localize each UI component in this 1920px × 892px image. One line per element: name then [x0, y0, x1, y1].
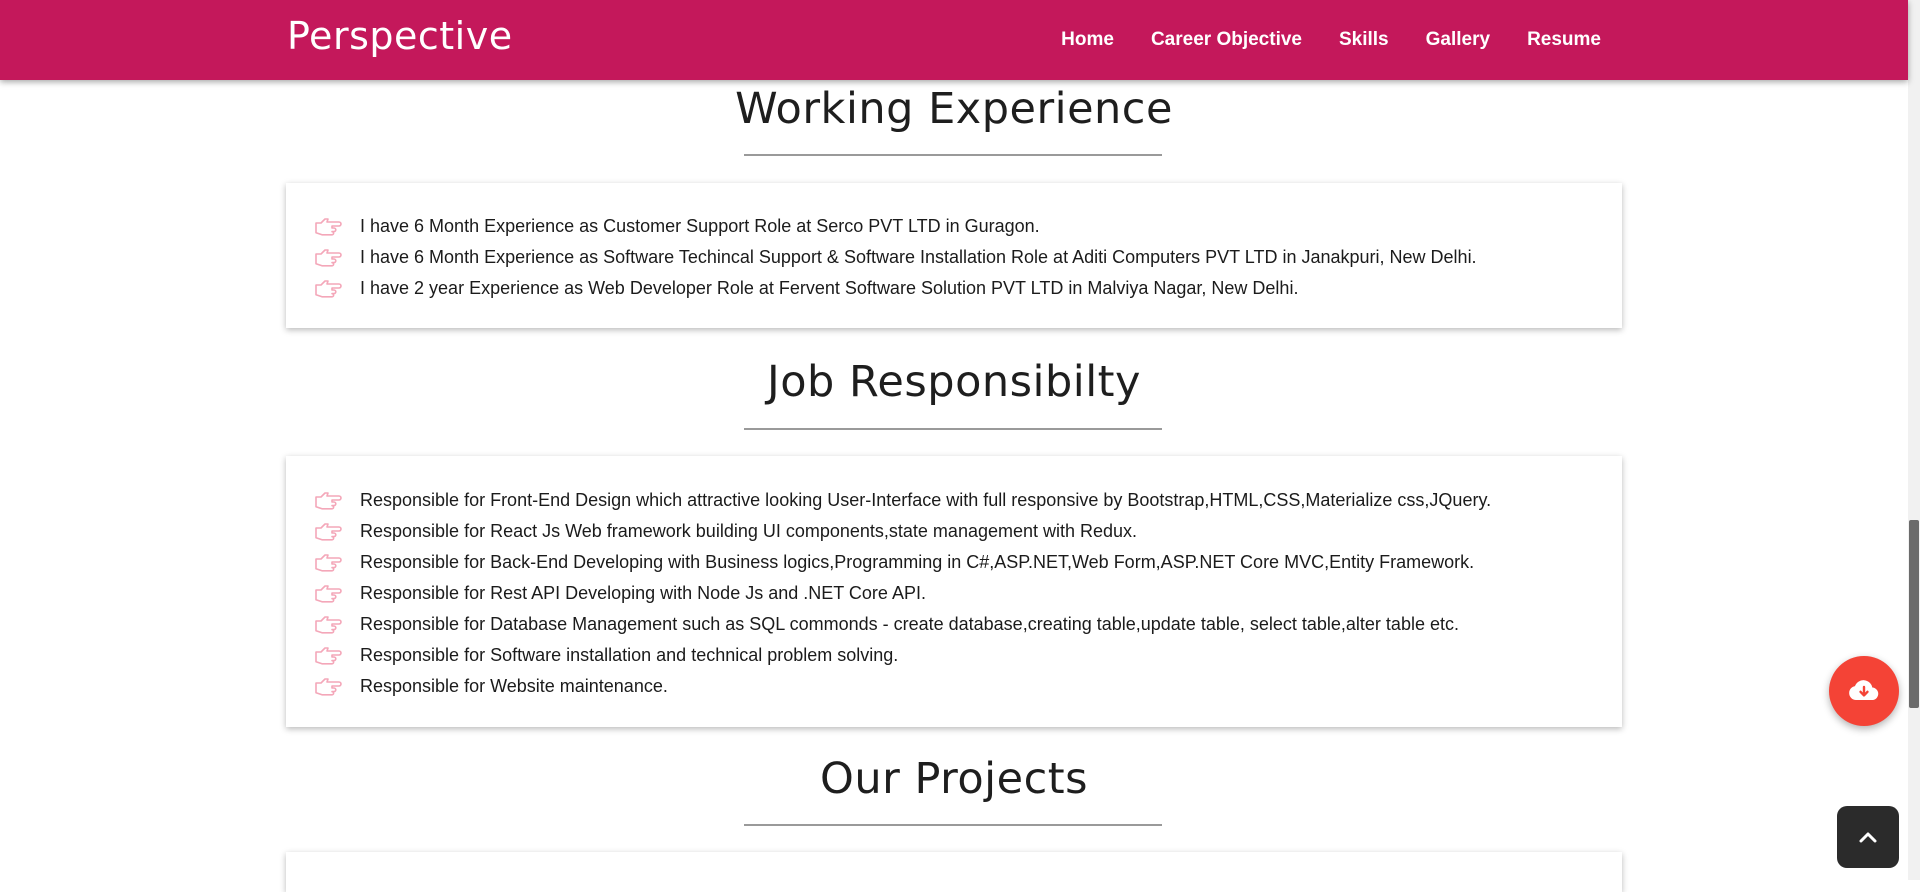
job-responsibility-card: Responsible for Front-End Design which a… — [286, 456, 1622, 727]
hand-point-right-icon — [315, 585, 342, 603]
nav-item-gallery: Gallery — [1426, 29, 1490, 51]
nav-link-skills[interactable]: Skills — [1339, 29, 1389, 50]
chevron-up-icon — [1859, 832, 1877, 843]
navbar: Perspective Home Career Objective Skills… — [0, 0, 1908, 80]
nav-link-career-objective[interactable]: Career Objective — [1151, 29, 1302, 50]
hand-point-right-icon — [315, 218, 342, 236]
nav-item-career-objective: Career Objective — [1151, 29, 1302, 51]
download-resume-button[interactable] — [1829, 656, 1899, 726]
projects-card — [286, 852, 1622, 892]
cloud-download-icon — [1849, 680, 1879, 700]
title-divider — [744, 824, 1162, 826]
list-item: Responsible for Software installation an… — [286, 640, 1622, 671]
list-item: Responsible for Back-End Developing with… — [286, 547, 1622, 578]
projects-title: Our Projects — [820, 754, 1088, 804]
list-item: Responsible for Database Management such… — [286, 609, 1622, 640]
page-scrollbar[interactable] — [1908, 0, 1920, 880]
hand-point-right-icon — [315, 492, 342, 510]
hand-point-right-icon — [315, 523, 342, 541]
job-responsibility-title: Job Responsibilty — [767, 357, 1141, 407]
hand-point-right-icon — [315, 616, 342, 634]
nav-links: Home Career Objective Skills Gallery Res… — [1061, 0, 1601, 80]
list-item: Responsible for Rest API Developing with… — [286, 578, 1622, 609]
list-item-text: Responsible for Website maintenance. — [360, 676, 668, 696]
list-item: Responsible for Website maintenance. — [286, 671, 1622, 702]
list-item-text: I have 6 Month Experience as Software Te… — [360, 247, 1477, 267]
list-item-text: Responsible for React Js Web framework b… — [360, 521, 1138, 541]
hand-point-right-icon — [315, 678, 342, 696]
list-item: I have 6 Month Experience as Customer Su… — [286, 211, 1622, 242]
working-experience-card: I have 6 Month Experience as Customer Su… — [286, 183, 1622, 328]
working-experience-list: I have 6 Month Experience as Customer Su… — [286, 211, 1622, 304]
nav-item-resume: Resume — [1527, 29, 1601, 51]
job-responsibility-list: Responsible for Front-End Design which a… — [286, 485, 1622, 702]
nav-link-gallery[interactable]: Gallery — [1426, 29, 1490, 50]
list-item: I have 6 Month Experience as Software Te… — [286, 242, 1622, 273]
list-item-text: Responsible for Front-End Design which a… — [360, 490, 1492, 510]
title-divider — [744, 428, 1162, 430]
list-item: Responsible for Front-End Design which a… — [286, 485, 1622, 516]
list-item-text: I have 6 Month Experience as Customer Su… — [360, 216, 1040, 236]
list-item-text: Responsible for Back-End Developing with… — [360, 552, 1475, 572]
scroll-to-top-button[interactable] — [1837, 806, 1899, 868]
list-item-text: Responsible for Rest API Developing with… — [360, 583, 926, 603]
list-item-text: Responsible for Software installation an… — [360, 645, 899, 665]
hand-point-right-icon — [315, 647, 342, 665]
nav-link-resume[interactable]: Resume — [1527, 29, 1601, 50]
scrollbar-thumb[interactable] — [1909, 520, 1919, 708]
nav-item-skills: Skills — [1339, 29, 1389, 51]
list-item-text: Responsible for Database Management such… — [360, 614, 1459, 634]
working-experience-title: Working Experience — [735, 84, 1173, 134]
title-divider — [744, 154, 1162, 156]
list-item: Responsible for React Js Web framework b… — [286, 516, 1622, 547]
hand-point-right-icon — [315, 554, 342, 572]
nav-item-home: Home — [1061, 29, 1114, 51]
hand-point-right-icon — [315, 280, 342, 298]
nav-link-home[interactable]: Home — [1061, 29, 1114, 50]
list-item-text: I have 2 year Experience as Web Develope… — [360, 278, 1299, 298]
hand-point-right-icon — [315, 249, 342, 267]
list-item: I have 2 year Experience as Web Develope… — [286, 273, 1622, 304]
brand-logo[interactable]: Perspective — [287, 14, 513, 58]
